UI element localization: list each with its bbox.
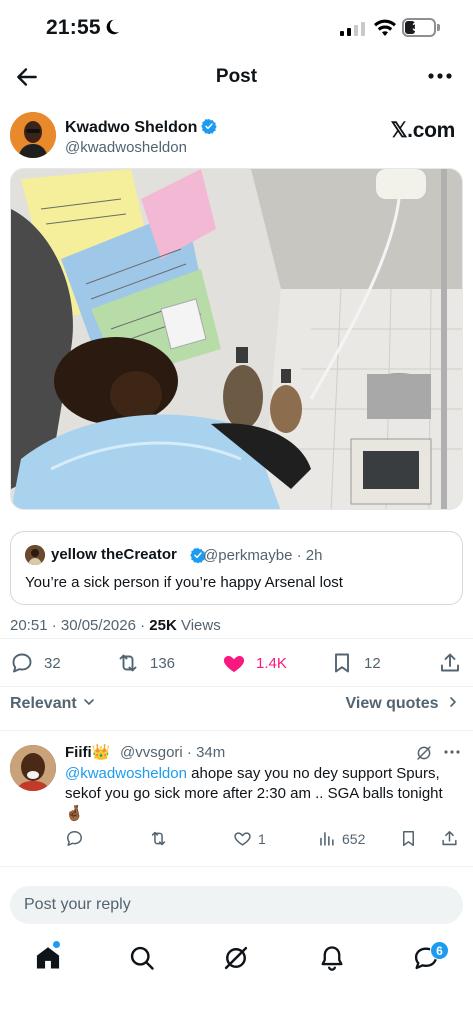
post-author: Kwadwo Sheldon @kwadwosheldon 𝕏.com: [10, 112, 465, 162]
heart-icon: [234, 832, 251, 846]
reply-icon: [67, 831, 82, 846]
timestamp-text: 20:51 · 30/05/2026 ·: [10, 617, 146, 634]
repost-icon: [119, 654, 137, 672]
reply-count: 32: [44, 654, 61, 672]
reply-meta: @vvsgori · 34m: [120, 744, 226, 761]
bottom-tab-bar: [0, 940, 473, 980]
divider: [0, 638, 473, 639]
share-icon: [442, 831, 457, 846]
quote-avatar[interactable]: [25, 545, 45, 565]
tab-home[interactable]: [34, 944, 62, 972]
tab-notifications[interactable]: [318, 944, 346, 972]
battery-percent: 35: [412, 20, 426, 34]
moon-icon: [106, 19, 120, 35]
view-quotes-link[interactable]: View quotes: [345, 695, 459, 713]
sort-relevant-dropdown[interactable]: Relevant: [10, 695, 95, 713]
reply-more-icon[interactable]: [443, 749, 461, 755]
repost-button[interactable]: 136: [116, 650, 175, 676]
reply-post[interactable]: Fiifi👑 @vvsgori · 34m @kwadwosheldon aho…: [0, 733, 473, 863]
repost-count: 136: [150, 654, 176, 672]
share-icon: [441, 653, 459, 672]
views-label: Views: [180, 617, 221, 634]
more-options-icon[interactable]: [427, 66, 453, 86]
like-count: 1.4K: [256, 654, 287, 672]
post-header: Post: [0, 58, 473, 96]
status-time: 21:55: [46, 16, 101, 39]
quote-text: You’re a sick person if you’re happy Ars…: [25, 574, 343, 591]
quote-author-name: yellow theCreator: [51, 546, 177, 563]
wifi-icon: [374, 19, 396, 36]
reply-avatar-image: [10, 745, 56, 791]
home-icon: [36, 947, 60, 969]
tab-grok[interactable]: [222, 944, 250, 972]
reply-share-button[interactable]: [440, 829, 459, 848]
reply-action-bar: 1 652: [0, 829, 473, 853]
search-icon: [130, 946, 154, 970]
signal-icon: [340, 22, 365, 36]
chevron-down-icon: [84, 699, 94, 705]
reply-like-button[interactable]: 1: [233, 829, 266, 848]
home-unread-dot: [53, 941, 60, 948]
views-count: 25K: [149, 617, 177, 634]
bookmark-count: 12: [364, 654, 381, 672]
like-button[interactable]: 1.4K: [222, 650, 287, 676]
reply-views-button[interactable]: 652: [317, 829, 365, 848]
share-button[interactable]: [438, 650, 462, 676]
reply-button[interactable]: 32: [10, 650, 61, 676]
bookmark-icon: [335, 653, 349, 673]
reply-placeholder: Post your reply: [24, 896, 131, 913]
bookmark-icon: [402, 831, 415, 846]
x-logo-watermark: 𝕏.com: [390, 119, 456, 142]
reply-avatar[interactable]: [10, 745, 56, 791]
bell-icon: [321, 946, 343, 971]
battery-cap: [437, 24, 440, 31]
page-title: Post: [215, 66, 258, 87]
reply-reply-button[interactable]: [65, 829, 90, 848]
reply-author-name: Fiifi👑: [65, 744, 111, 761]
repost-icon: [151, 831, 166, 846]
post-timestamp: 20:51 · 30/05/2026 · 25K Views: [10, 617, 221, 634]
sort-label: Relevant: [10, 695, 77, 712]
post-action-bar: 32 136 1.4K 12: [0, 646, 473, 680]
verified-badge-icon: [201, 119, 218, 134]
battery-indicator: 35: [402, 18, 436, 37]
author-handle[interactable]: @kwadwosheldon: [65, 139, 187, 156]
reply-views-count: 652: [342, 830, 366, 847]
quote-meta: @perkmaybe · 2h: [203, 547, 323, 564]
view-quotes-label: View quotes: [345, 695, 439, 712]
author-name[interactable]: Kwadwo Sheldon: [65, 118, 218, 137]
author-avatar[interactable]: [10, 112, 56, 158]
grok-icon[interactable]: [415, 744, 433, 762]
tab-search[interactable]: [128, 944, 156, 972]
reply-mention[interactable]: @kwadwosheldon: [65, 765, 187, 782]
author-avatar-image: [10, 112, 56, 158]
divider: [0, 730, 473, 731]
views-chart-icon: [320, 832, 334, 846]
heart-filled-icon: [223, 656, 245, 672]
bookmark-button[interactable]: 12: [330, 650, 381, 676]
reply-repost-button[interactable]: [149, 829, 168, 848]
hospital-photo-illustration: [11, 169, 462, 509]
reply-icon: [12, 653, 32, 673]
status-bar: 21:55 35: [0, 0, 473, 58]
reply-bookmark-button[interactable]: [399, 829, 418, 848]
reply-composer[interactable]: Post your reply: [10, 886, 463, 924]
post-photo[interactable]: [10, 168, 463, 510]
divider: [0, 866, 473, 867]
grok-icon: [224, 946, 248, 970]
chevron-right-icon: [450, 697, 456, 707]
quote-avatar-image: [25, 545, 45, 565]
quoted-post[interactable]: yellow theCreator @perkmaybe · 2h You’re…: [10, 531, 463, 605]
divider: [0, 686, 473, 687]
reply-text: @kwadwosheldon ahope say you no dey supp…: [65, 764, 465, 824]
messages-badge: 6: [430, 941, 449, 960]
reply-like-count: 1: [258, 830, 266, 847]
author-name-text: Kwadwo Sheldon: [65, 119, 198, 136]
